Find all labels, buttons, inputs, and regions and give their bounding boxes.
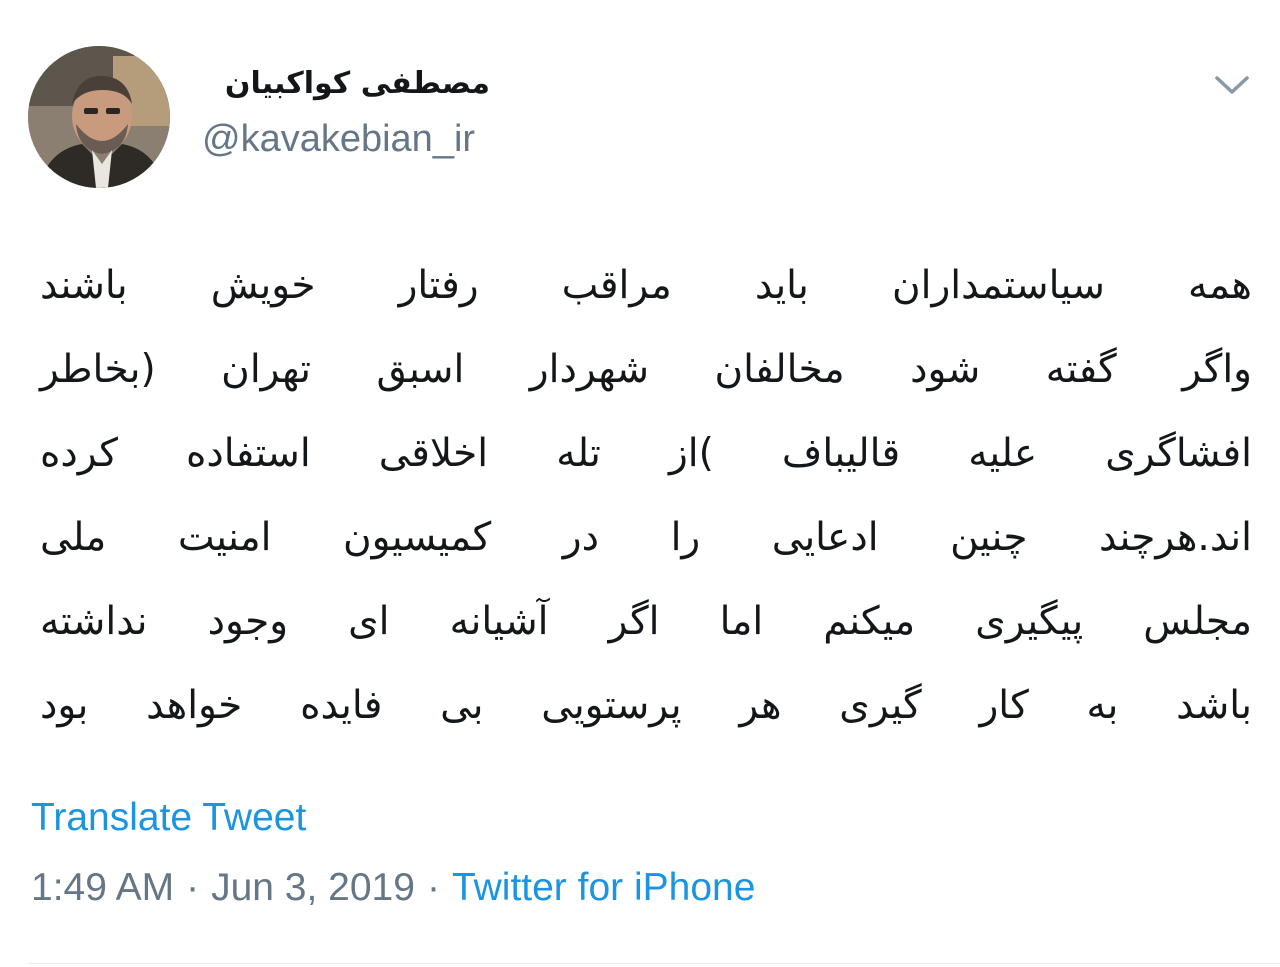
tweet-source-link[interactable]: Twitter for iPhone xyxy=(452,866,755,909)
author-handle[interactable]: @kavakebian_ir xyxy=(202,118,475,161)
tweet-date[interactable]: Jun 3, 2019 xyxy=(211,866,415,909)
meta-separator: · xyxy=(186,866,200,909)
meta-separator: · xyxy=(426,866,440,909)
author-name[interactable]: مصطفی کواکبیان xyxy=(200,66,490,101)
tweet-text: همه سیاستمداران باید مراقب رفتار خویش با… xyxy=(40,244,1252,748)
tweet-line: مجلس پیگیری میکنم اما اگر آشیانه ای وجود… xyxy=(40,599,1252,644)
divider xyxy=(28,963,1280,964)
tweet-line: افشاگری علیه قالیباف )از تله اخلاقی استف… xyxy=(40,431,1252,476)
tweet-card: مصطفی کواکبیان @kavakebian_ir همه سیاستم… xyxy=(0,0,1280,967)
tweet-line: واگر گفته شود مخالفان شهردار اسبق تهران … xyxy=(40,347,1252,392)
tweet-line: همه سیاستمداران باید مراقب رفتار خویش با… xyxy=(40,263,1252,308)
tweet-line: باشد به کار گیری هر پرستویی بی فایده خوا… xyxy=(40,683,1252,728)
tweet-line: اند.هرچند چنین ادعایی را در کمیسیون امنی… xyxy=(40,515,1252,560)
translate-tweet-link[interactable]: Translate Tweet xyxy=(31,796,306,840)
tweet-time[interactable]: 1:49 AM xyxy=(31,866,174,909)
tweet-metadata: 1:49 AM · Jun 3, 2019 · Twitter for iPhone xyxy=(31,866,755,910)
avatar[interactable] xyxy=(28,46,170,188)
chevron-down-icon[interactable] xyxy=(1208,60,1256,108)
avatar-photo-icon xyxy=(28,46,170,188)
